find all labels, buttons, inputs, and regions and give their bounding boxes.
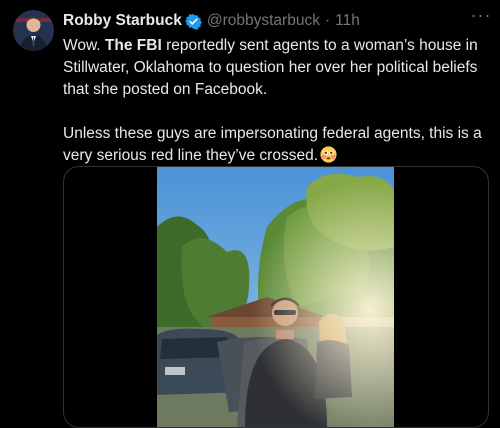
author-name[interactable]: Robby Starbuck — [63, 12, 182, 30]
media-container[interactable] — [63, 166, 489, 428]
tweet-text: Wow. The FBI reportedly sent agents to a… — [63, 35, 488, 167]
avatar[interactable] — [13, 10, 54, 51]
tweet-paragraph-2: Unless these guys are impersonating fede… — [63, 123, 488, 167]
tweet-header: Robby Starbuck @robbystarbuck · 11h — [63, 11, 360, 31]
video-thumbnail[interactable] — [157, 167, 394, 427]
author-handle[interactable]: @robbystarbuck — [207, 12, 320, 30]
verified-badge-icon[interactable] — [184, 13, 202, 30]
text-prefix: Wow. — [63, 37, 105, 54]
flushed-face-emoji-icon — [320, 146, 337, 163]
text-bold: The FBI — [104, 37, 162, 54]
text-paragraph-2: Unless these guys are impersonating fede… — [63, 125, 482, 164]
tweet-time[interactable]: 11h — [335, 12, 360, 30]
tweet-paragraph-1: Wow. The FBI reportedly sent agents to a… — [63, 35, 488, 101]
more-horizontal-icon[interactable]: ··· — [470, 6, 492, 26]
separator-dot: · — [324, 12, 331, 29]
